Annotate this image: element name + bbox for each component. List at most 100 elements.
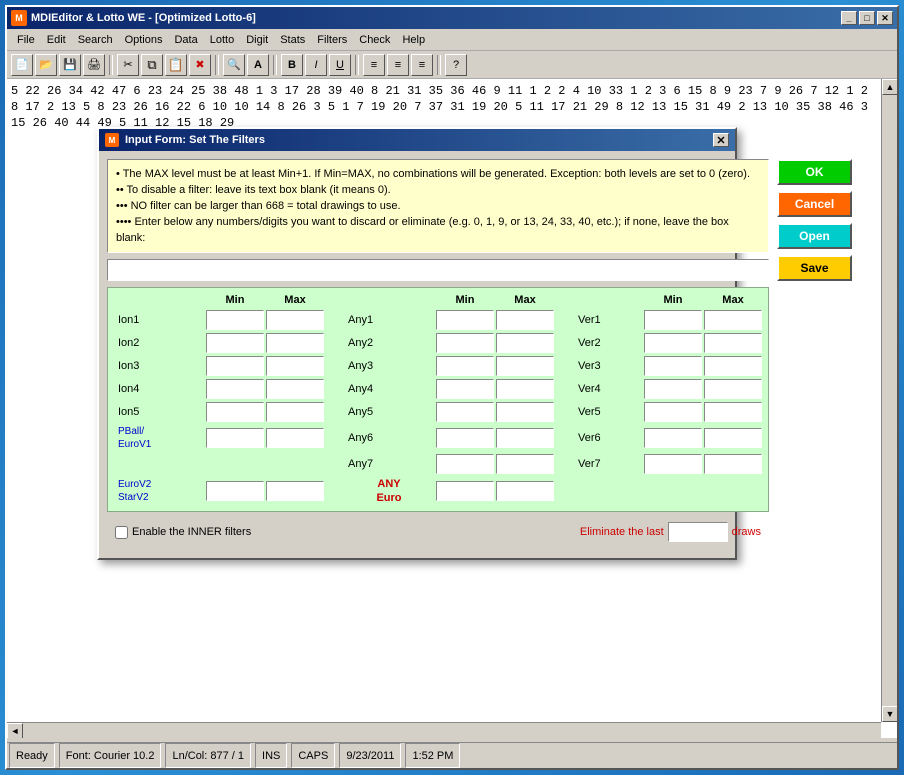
toolbar-save[interactable]: 💾 xyxy=(59,54,81,76)
toolbar-open[interactable]: 📂 xyxy=(35,54,57,76)
toolbar-paste[interactable]: 📋 xyxy=(165,54,187,76)
menu-stats[interactable]: Stats xyxy=(274,32,311,48)
menu-data[interactable]: Data xyxy=(168,32,203,48)
menu-search[interactable]: Search xyxy=(72,32,119,48)
any3-min[interactable] xyxy=(436,356,494,376)
save-button[interactable]: Save xyxy=(777,255,852,281)
toolbar-delete[interactable]: ✖ xyxy=(189,54,211,76)
cancel-button[interactable]: Cancel xyxy=(777,191,852,217)
menu-file[interactable]: File xyxy=(11,32,41,48)
close-button[interactable]: ✕ xyxy=(877,11,893,25)
ion3-max[interactable] xyxy=(266,356,324,376)
menu-edit[interactable]: Edit xyxy=(41,32,72,48)
any3-max[interactable] xyxy=(496,356,554,376)
toolbar-print[interactable]: 🖨 xyxy=(83,54,105,76)
anyeuro-max[interactable] xyxy=(496,481,554,501)
toolbar-italic[interactable]: I xyxy=(305,54,327,76)
ver1-max[interactable] xyxy=(704,310,762,330)
eurov2-max[interactable] xyxy=(266,481,324,501)
scrollbar-horizontal[interactable]: ◄ xyxy=(7,722,881,738)
info-box: • The MAX level must be at least Min+1. … xyxy=(107,159,769,253)
ver6-min[interactable] xyxy=(644,428,702,448)
ion3-min[interactable] xyxy=(206,356,264,376)
eurov2-min[interactable] xyxy=(206,481,264,501)
ver3-max[interactable] xyxy=(704,356,762,376)
dialog-right-pane: OK Cancel Open Save xyxy=(777,159,852,550)
window-title: MDIEditor & Lotto WE - [Optimized Lotto-… xyxy=(31,12,841,24)
any5-min[interactable] xyxy=(436,402,494,422)
eliminate-numbers-input[interactable] xyxy=(107,259,769,281)
toolbar-copy[interactable]: ⧉ xyxy=(141,54,163,76)
ion4-min[interactable] xyxy=(206,379,264,399)
toolbar-underline[interactable]: U xyxy=(329,54,351,76)
header-max1: Max xyxy=(266,294,324,306)
toolbar-sep3 xyxy=(273,55,277,75)
menu-filters[interactable]: Filters xyxy=(311,32,353,48)
toolbar-align-center[interactable]: ≡ xyxy=(387,54,409,76)
any7-min[interactable] xyxy=(436,454,494,474)
ver7-max[interactable] xyxy=(704,454,762,474)
menu-help[interactable]: Help xyxy=(396,32,431,48)
menu-check[interactable]: Check xyxy=(353,32,396,48)
ion2-max[interactable] xyxy=(266,333,324,353)
ver2-max[interactable] xyxy=(704,333,762,353)
ver1-min[interactable] xyxy=(644,310,702,330)
inner-filters-text: Enable the INNER filters xyxy=(132,526,251,538)
ver4-min[interactable] xyxy=(644,379,702,399)
any5-max[interactable] xyxy=(496,402,554,422)
toolbar-new[interactable]: 📄 xyxy=(11,54,33,76)
scroll-left-button[interactable]: ◄ xyxy=(7,723,23,738)
menu-options[interactable]: Options xyxy=(119,32,169,48)
minimize-button[interactable]: _ xyxy=(841,11,857,25)
inner-filters-checkbox[interactable] xyxy=(115,526,128,539)
pball-max[interactable] xyxy=(266,428,324,448)
ion5-min[interactable] xyxy=(206,402,264,422)
dialog-close-button[interactable]: ✕ xyxy=(713,133,729,147)
scroll-down-button[interactable]: ▼ xyxy=(882,706,897,722)
ver5-max[interactable] xyxy=(704,402,762,422)
any6-min[interactable] xyxy=(436,428,494,448)
ver7-label: Ver7 xyxy=(574,458,642,470)
toolbar-cut[interactable]: ✂ xyxy=(117,54,139,76)
ion1-min[interactable] xyxy=(206,310,264,330)
any2-max[interactable] xyxy=(496,333,554,353)
toolbar-font[interactable]: A xyxy=(247,54,269,76)
scrollbar-vertical[interactable]: ▲ ▼ xyxy=(881,79,897,722)
menu-lotto[interactable]: Lotto xyxy=(204,32,240,48)
toolbar-find[interactable]: 🔍 xyxy=(223,54,245,76)
ok-button[interactable]: OK xyxy=(777,159,852,185)
any7-max[interactable] xyxy=(496,454,554,474)
ion4-max[interactable] xyxy=(266,379,324,399)
any5-label: Any5 xyxy=(344,406,434,418)
menu-digit[interactable]: Digit xyxy=(240,32,274,48)
ver6-max[interactable] xyxy=(704,428,762,448)
ver7-min[interactable] xyxy=(644,454,702,474)
toolbar-bold[interactable]: B xyxy=(281,54,303,76)
any1-min[interactable] xyxy=(436,310,494,330)
anyeuro-min[interactable] xyxy=(436,481,494,501)
toolbar-align-left[interactable]: ≡ xyxy=(363,54,385,76)
any2-min[interactable] xyxy=(436,333,494,353)
any4-max[interactable] xyxy=(496,379,554,399)
ver4-max[interactable] xyxy=(704,379,762,399)
ion1-max[interactable] xyxy=(266,310,324,330)
toolbar-align-right[interactable]: ≡ xyxy=(411,54,433,76)
ver2-min[interactable] xyxy=(644,333,702,353)
toolbar-help[interactable]: ? xyxy=(445,54,467,76)
any1-max[interactable] xyxy=(496,310,554,330)
scroll-up-button[interactable]: ▲ xyxy=(882,79,897,95)
open-button[interactable]: Open xyxy=(777,223,852,249)
any4-min[interactable] xyxy=(436,379,494,399)
any1-label: Any1 xyxy=(344,314,434,326)
maximize-button[interactable]: □ xyxy=(859,11,875,25)
info-line3: ••• NO filter can be larger than 668 = t… xyxy=(116,198,760,214)
ion5-max[interactable] xyxy=(266,402,324,422)
eliminate-input[interactable] xyxy=(668,522,728,542)
ver6-label: Ver6 xyxy=(574,432,642,444)
ion2-min[interactable] xyxy=(206,333,264,353)
ver3-min[interactable] xyxy=(644,356,702,376)
any6-max[interactable] xyxy=(496,428,554,448)
app-icon: M xyxy=(11,10,27,26)
pball-min[interactable] xyxy=(206,428,264,448)
ver5-min[interactable] xyxy=(644,402,702,422)
